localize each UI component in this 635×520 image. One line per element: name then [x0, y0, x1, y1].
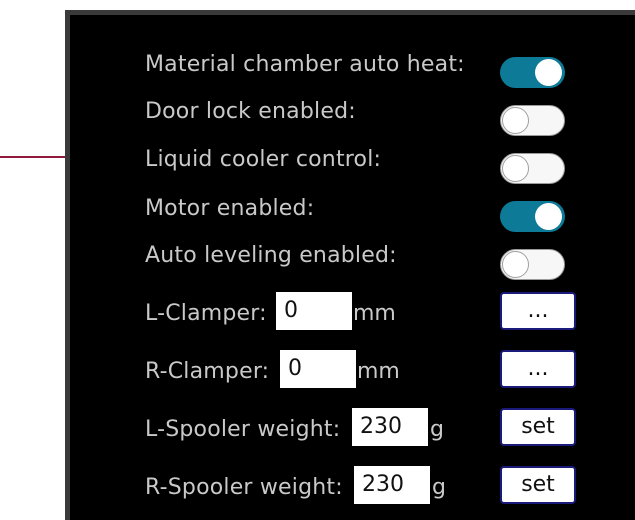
- l-spooler-set-button[interactable]: set: [500, 408, 576, 446]
- l-spooler-label: L-Spooler weight:: [145, 417, 341, 442]
- toggle-knob: [535, 203, 562, 230]
- r-spooler-set-button[interactable]: set: [500, 466, 576, 504]
- l-spooler-unit: g: [430, 417, 444, 442]
- r-clamper-input[interactable]: 0: [280, 350, 356, 388]
- door-lock-label: Door lock enabled:: [145, 99, 356, 124]
- r-spooler-unit: g: [432, 475, 446, 500]
- toggle-knob: [535, 59, 562, 86]
- l-clamper-more-button[interactable]: ...: [500, 292, 576, 330]
- toggle-knob: [502, 251, 529, 278]
- auto-heat-label: Material chamber auto heat:: [145, 52, 465, 77]
- door-lock-toggle[interactable]: [500, 105, 565, 136]
- auto-heat-toggle[interactable]: [500, 57, 565, 88]
- motor-toggle[interactable]: [500, 201, 565, 232]
- toggle-knob: [502, 155, 529, 182]
- l-clamper-unit: mm: [353, 301, 396, 326]
- auto-leveling-label: Auto leveling enabled:: [145, 243, 397, 268]
- l-spooler-input[interactable]: 230: [352, 408, 428, 446]
- motor-label: Motor enabled:: [145, 196, 315, 221]
- l-clamper-label: L-Clamper:: [145, 301, 267, 326]
- settings-panel: Material chamber auto heat: Door lock en…: [65, 10, 635, 520]
- l-clamper-input[interactable]: 0: [276, 292, 352, 330]
- liquid-cooler-toggle[interactable]: [500, 153, 565, 184]
- r-spooler-input[interactable]: 230: [354, 466, 430, 504]
- r-spooler-label: R-Spooler weight:: [145, 475, 343, 500]
- liquid-cooler-label: Liquid cooler control:: [145, 147, 382, 172]
- toggle-knob: [502, 107, 529, 134]
- r-clamper-unit: mm: [357, 359, 400, 384]
- r-clamper-more-button[interactable]: ...: [500, 350, 576, 388]
- auto-leveling-toggle[interactable]: [500, 249, 565, 280]
- r-clamper-label: R-Clamper:: [145, 359, 270, 384]
